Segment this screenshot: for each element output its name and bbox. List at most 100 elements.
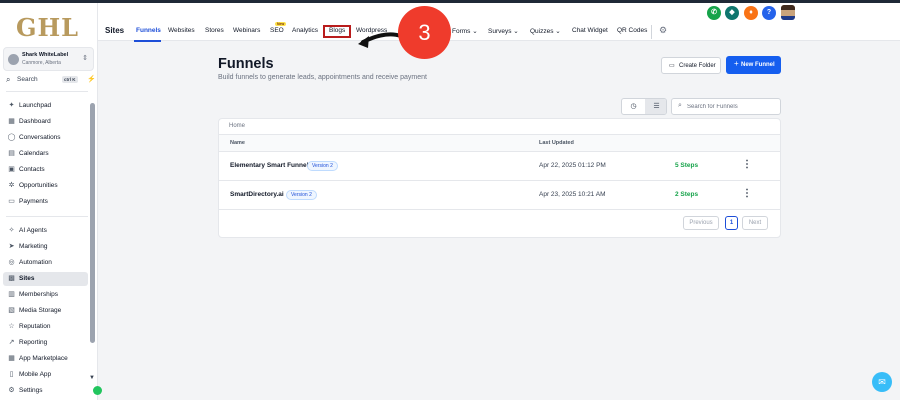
avatar-shirt bbox=[781, 16, 795, 20]
page-subtitle: Build funnels to generate leads, appoint… bbox=[218, 74, 427, 81]
marketing-icon: ➤ bbox=[8, 243, 15, 250]
gear-icon[interactable]: ⚙ bbox=[659, 25, 667, 36]
media-storage-icon: ▧ bbox=[8, 307, 15, 314]
new-funnel-button[interactable]: + New Funnel bbox=[726, 56, 781, 74]
tab-chat-widget[interactable]: Chat Widget bbox=[572, 27, 608, 34]
sidebar-item-settings[interactable]: ⚙ Settings bbox=[3, 384, 88, 398]
table-row[interactable]: Elementary Smart Funnel Version 2 Apr 22… bbox=[219, 152, 780, 181]
search-shortcut: ctrl K bbox=[62, 76, 78, 83]
last-updated: Apr 22, 2025 01:12 PM bbox=[539, 162, 606, 169]
tab-forms[interactable]: Forms ⌄ bbox=[452, 27, 478, 35]
account-location: Canmore, Alberta bbox=[22, 60, 61, 66]
ai-agents-icon: ✧ bbox=[8, 227, 15, 234]
mobile-app-icon: ▯ bbox=[9, 371, 14, 378]
more-options-icon[interactable]: ⋮ bbox=[742, 188, 752, 199]
dashboard-icon: ▦ bbox=[8, 118, 15, 125]
sidebar-item-marketing[interactable]: ➤ Marketing bbox=[3, 240, 88, 254]
breadcrumb[interactable]: Home bbox=[229, 123, 245, 129]
tab-analytics[interactable]: Analytics bbox=[292, 27, 318, 34]
status-dot[interactable] bbox=[93, 386, 102, 395]
section-title: Sites bbox=[105, 26, 125, 35]
steps-count: 5 Steps bbox=[675, 162, 699, 169]
active-tab-indicator bbox=[134, 40, 161, 42]
sidebar: GHL Shark WhiteLabel Canmore, Alberta ⇕ … bbox=[0, 3, 98, 400]
quick-action-icon[interactable]: ⚡ bbox=[87, 75, 96, 83]
alerts-icon[interactable]: ♦ bbox=[744, 6, 758, 20]
avatar-hair bbox=[781, 5, 795, 10]
tab-websites[interactable]: Websites bbox=[168, 27, 195, 34]
opportunities-icon: ✲ bbox=[8, 182, 15, 189]
pagination-page-button[interactable]: 1 bbox=[725, 216, 738, 230]
memberships-icon: ▥ bbox=[8, 291, 15, 298]
tab-quizzes[interactable]: Quizzes ⌄ bbox=[530, 27, 561, 35]
sidebar-item-calendars[interactable]: ▤ Calendars bbox=[3, 147, 88, 161]
sidebar-scrollbar[interactable] bbox=[90, 103, 95, 343]
account-avatar bbox=[8, 54, 19, 65]
account-switcher[interactable]: Shark WhiteLabel Canmore, Alberta ⇕ bbox=[3, 47, 94, 71]
payments-icon: ▭ bbox=[8, 198, 15, 205]
account-name: Shark WhiteLabel bbox=[22, 52, 69, 58]
sidebar-item-reputation[interactable]: ☆ Reputation bbox=[3, 320, 88, 334]
sidebar-item-memberships[interactable]: ▥ Memberships bbox=[3, 288, 88, 302]
reporting-icon: ↗ bbox=[8, 339, 15, 346]
app-marketplace-icon: ▦ bbox=[8, 355, 15, 362]
tab-qr-codes[interactable]: QR Codes bbox=[617, 27, 647, 34]
help-icon[interactable]: ? bbox=[762, 6, 776, 20]
funnel-name[interactable]: Elementary Smart Funnel bbox=[230, 162, 308, 169]
sidebar-search[interactable]: ⌕ Search ctrl K ⚡ bbox=[3, 74, 96, 88]
sidebar-item-payments[interactable]: ▭ Payments bbox=[3, 195, 88, 209]
sidebar-item-contacts[interactable]: ▣ Contacts bbox=[3, 163, 88, 177]
steps-count: 2 Steps bbox=[675, 191, 699, 198]
sidebar-item-reporting[interactable]: ↗ Reporting bbox=[3, 336, 88, 350]
table-row[interactable]: SmartDirectory.ai Version 2 Apr 23, 2025… bbox=[219, 181, 780, 210]
list-view-icon[interactable]: ☰ bbox=[645, 99, 666, 114]
new-badge: New bbox=[275, 22, 287, 26]
search-icon: ⌕ bbox=[6, 75, 11, 84]
funnel-name[interactable]: SmartDirectory.ai bbox=[230, 191, 284, 198]
tab-surveys[interactable]: Surveys ⌄ bbox=[488, 27, 519, 35]
create-folder-button[interactable]: ▭ Create Folder bbox=[661, 57, 721, 74]
tab-webinars[interactable]: Webinars bbox=[233, 27, 260, 34]
rocket-icon: ✦ bbox=[8, 102, 15, 109]
last-updated: Apr 23, 2025 10:21 AM bbox=[539, 191, 606, 198]
pagination-next-button[interactable]: Next bbox=[742, 216, 768, 230]
clock-icon[interactable]: ◷ bbox=[622, 99, 645, 114]
sidebar-item-sites[interactable]: ▩ Sites bbox=[3, 272, 88, 286]
chat-widget-icon[interactable]: ✉ bbox=[872, 372, 892, 392]
column-header-name[interactable]: Name bbox=[230, 140, 245, 146]
sidebar-item-app-marketplace[interactable]: ▦ App Marketplace bbox=[3, 352, 88, 366]
sidebar-divider bbox=[6, 216, 88, 217]
sidebar-divider bbox=[6, 91, 88, 92]
reputation-icon: ☆ bbox=[8, 323, 15, 330]
tab-funnels[interactable]: Funnels bbox=[136, 27, 161, 34]
sidebar-item-conversations[interactable]: ◯ Conversations bbox=[3, 131, 88, 145]
sidebar-item-media-storage[interactable]: ▧ Media Storage bbox=[3, 304, 88, 318]
phone-icon[interactable]: ✆ bbox=[707, 6, 721, 20]
scroll-down-icon[interactable]: ▼ bbox=[89, 375, 95, 381]
page-title: Funnels bbox=[218, 56, 274, 72]
version-badge: Version 2 bbox=[307, 161, 338, 171]
more-options-icon[interactable]: ⋮ bbox=[742, 159, 752, 170]
sidebar-item-launchpad[interactable]: ✦ Launchpad bbox=[3, 99, 88, 113]
chat-icon: ◯ bbox=[7, 134, 16, 141]
column-header-last-updated[interactable]: Last Updated bbox=[539, 140, 574, 146]
tab-stores[interactable]: Stores bbox=[205, 27, 224, 34]
sidebar-item-dashboard[interactable]: ▦ Dashboard bbox=[3, 115, 88, 129]
sidebar-item-automation[interactable]: ◎ Automation bbox=[3, 256, 88, 270]
nav-divider bbox=[651, 25, 652, 39]
sites-icon: ▩ bbox=[8, 275, 15, 282]
calendar-icon: ▤ bbox=[8, 150, 15, 157]
sidebar-item-mobile-app[interactable]: ▯ Mobile App bbox=[3, 368, 88, 382]
search-icon: ⌕ bbox=[678, 102, 682, 109]
sidebar-item-opportunities[interactable]: ✲ Opportunities bbox=[3, 179, 88, 193]
pagination-previous-button[interactable]: Previous bbox=[683, 216, 719, 230]
notifications-app-icon[interactable]: ◆ bbox=[725, 6, 739, 20]
view-toggle: ◷ ☰ bbox=[621, 98, 667, 115]
folder-plus-icon: ▭ bbox=[669, 63, 675, 69]
funnels-table-card: Home Name Last Updated Elementary Smart … bbox=[218, 118, 781, 238]
search-funnels-input[interactable] bbox=[687, 101, 777, 112]
user-avatar[interactable] bbox=[781, 5, 795, 20]
sidebar-item-ai-agents[interactable]: ✧ AI Agents bbox=[3, 224, 88, 238]
plus-icon: + bbox=[734, 59, 739, 68]
tab-seo[interactable]: SEO bbox=[270, 27, 284, 34]
